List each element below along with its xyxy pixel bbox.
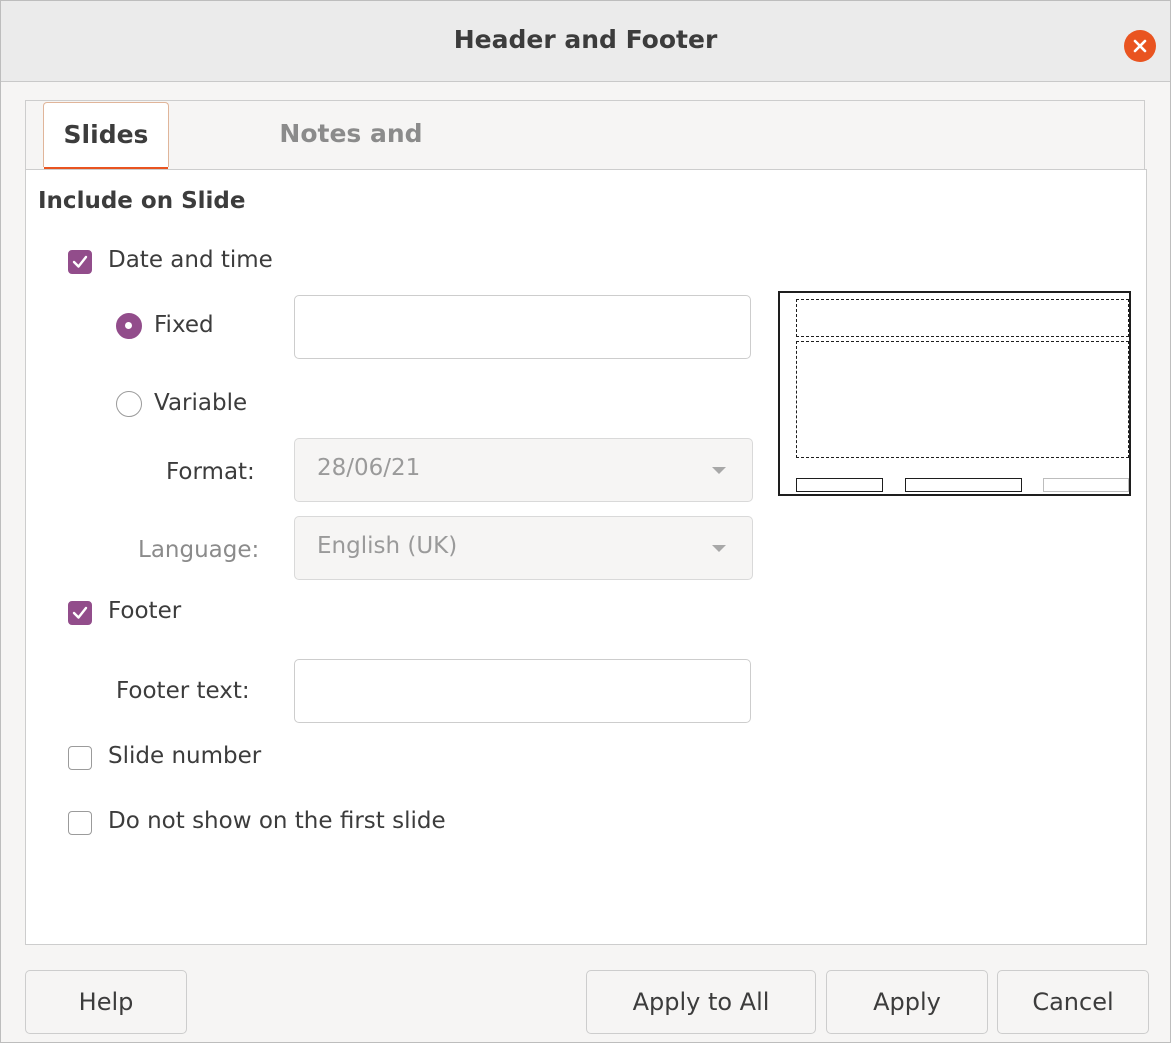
fixed-label: Fixed xyxy=(154,312,214,338)
title-bar: Header and Footer xyxy=(1,1,1170,82)
date-time-label: Date and time xyxy=(108,247,273,273)
preview-date-area xyxy=(796,478,883,492)
language-dropdown[interactable]: English (UK) xyxy=(294,516,753,580)
tab-slides-label: Slides xyxy=(63,120,149,149)
variable-radio[interactable] xyxy=(116,391,142,417)
dialog-title: Header and Footer xyxy=(453,25,718,54)
preview-footer-area xyxy=(905,478,1022,492)
format-label: Format: xyxy=(166,459,255,485)
slide-layout-preview xyxy=(778,291,1131,496)
preview-title-area xyxy=(796,299,1129,337)
slide-number-label: Slide number xyxy=(108,743,262,769)
language-value: English (UK) xyxy=(317,533,458,559)
tab-bar: Slides Notes and Handouts xyxy=(25,100,1145,212)
chevron-down-icon xyxy=(712,545,726,552)
preview-content-area xyxy=(796,341,1129,458)
fixed-date-input[interactable] xyxy=(294,295,751,359)
checkmark-icon xyxy=(72,255,88,268)
footer-label: Footer xyxy=(108,598,182,624)
preview-slide-number-area xyxy=(1043,478,1129,492)
apply-to-all-button[interactable]: Apply to All xyxy=(586,970,816,1034)
header-footer-dialog: Header and Footer Slides Notes and Hando… xyxy=(0,0,1171,1043)
slide-number-checkbox[interactable] xyxy=(68,746,92,770)
slides-panel: Include on Slide Date and time Fixed Var… xyxy=(25,169,1147,945)
not-first-slide-checkbox[interactable] xyxy=(68,811,92,835)
variable-label: Variable xyxy=(154,390,248,416)
language-label: Language: xyxy=(138,537,260,563)
close-icon xyxy=(1133,39,1147,53)
format-value: 28/06/21 xyxy=(317,455,421,481)
help-button[interactable]: Help xyxy=(25,970,187,1034)
footer-text-label: Footer text: xyxy=(116,678,250,704)
footer-text-input[interactable] xyxy=(294,659,751,723)
not-first-slide-label: Do not show on the first slide xyxy=(108,808,446,834)
fixed-radio[interactable] xyxy=(116,313,142,339)
date-time-checkbox[interactable] xyxy=(68,250,92,274)
tab-slides[interactable]: Slides xyxy=(43,102,169,171)
cancel-button[interactable]: Cancel xyxy=(997,970,1149,1034)
close-button[interactable] xyxy=(1124,30,1156,62)
format-dropdown[interactable]: 28/06/21 xyxy=(294,438,753,502)
tab-notes-handouts[interactable]: Notes and Handouts xyxy=(210,102,492,212)
checkmark-icon xyxy=(72,606,88,619)
apply-button[interactable]: Apply xyxy=(826,970,988,1034)
chevron-down-icon xyxy=(712,467,726,474)
footer-checkbox[interactable] xyxy=(68,601,92,625)
section-title: Include on Slide xyxy=(38,188,246,214)
